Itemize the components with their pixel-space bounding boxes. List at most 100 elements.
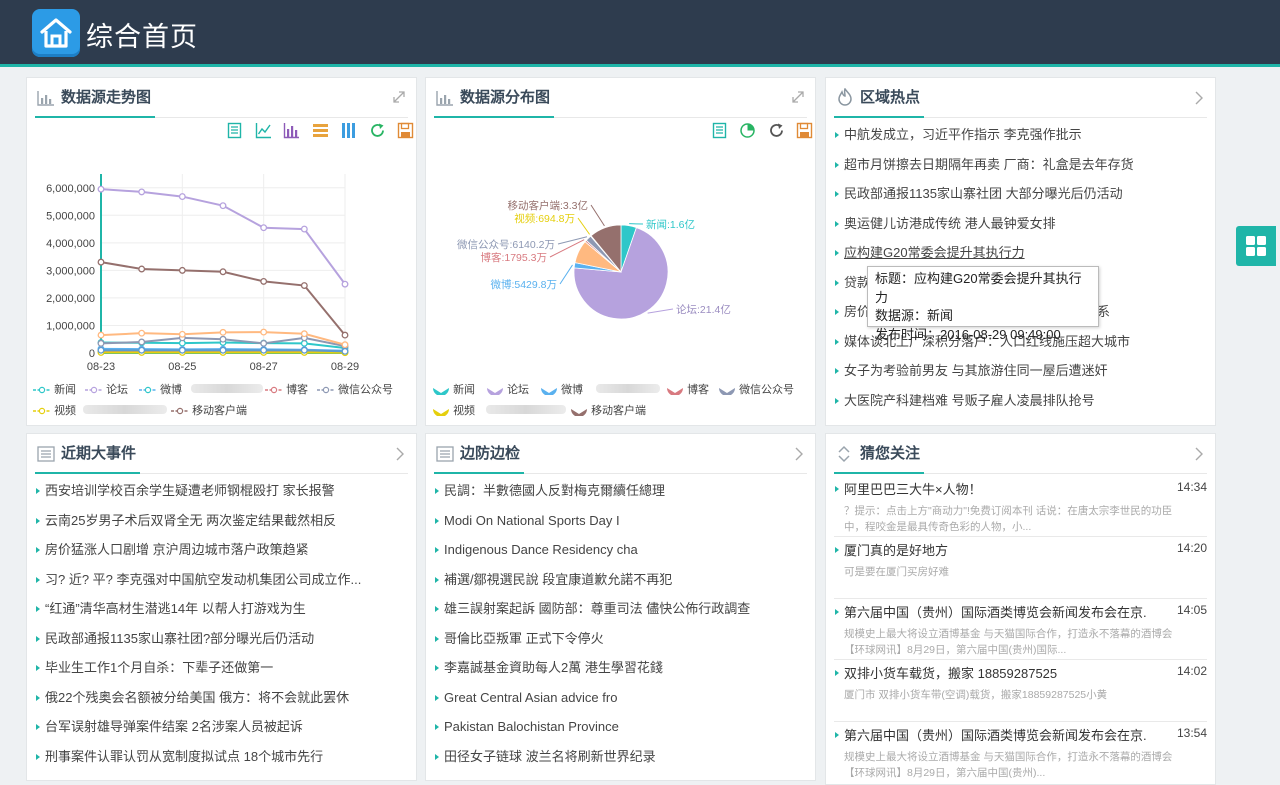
data-point [97, 346, 105, 354]
list-item[interactable]: 双排小货车载货，搬家 18859287525 14:02 厦门市 双排小货车带(… [834, 660, 1207, 722]
list-item[interactable]: 哥倫比亞叛軍 正式下令停火 [434, 624, 807, 654]
list-item[interactable]: Pakistan Balochistan Province [434, 712, 807, 742]
data-point [178, 346, 186, 354]
list-item-hovered[interactable]: 应构建G20常委会提升其执行力 [834, 238, 1207, 268]
list-item[interactable]: 民政部通报1135家山寨社团?部分曝光后仍活动 [35, 624, 408, 654]
list-item[interactable]: 西安培训学校百余学生疑遭老师钢棍殴打 家长报警 [35, 476, 408, 506]
list-item[interactable]: 第六届中国（贵州）国际酒类博览会新闻发布会在京... 13:54 规模史上最大将… [834, 722, 1207, 783]
flame-icon [838, 88, 852, 106]
guess-item-title[interactable]: 阿里巴巴三大牛×人物！ [844, 479, 1147, 498]
list-item[interactable]: 云南25岁男子术后双肾全无 两次鉴定结果截然相反 [35, 506, 408, 536]
chevron-right-icon[interactable] [392, 446, 408, 462]
trend-legend-item-weibo[interactable]: 微博 [139, 381, 182, 397]
trend-legend-item-blog[interactable]: 博客 [265, 381, 308, 397]
list-item[interactable]: 阿里巴巴三大牛×人物！ 14:34 ？提示：点击上方"商动力"!免费订阅本刊 话… [834, 476, 1207, 537]
data-point [138, 338, 146, 346]
data-point [260, 224, 268, 232]
pie-label: 移动客户端:3.3亿 [507, 199, 588, 212]
guess-list: 阿里巴巴三大牛×人物！ 14:34 ？提示：点击上方"商动力"!免费订阅本刊 话… [834, 476, 1207, 783]
list-item[interactable]: 民調：半數德國人反對梅克爾續任總理 [434, 476, 807, 506]
guess-item-time: 14:02 [1176, 664, 1207, 678]
trend-legend-item-wechat[interactable]: 微信公众号 [317, 381, 393, 397]
events-panel-header: 近期大事件 [35, 434, 408, 474]
home-logo-icon[interactable] [32, 9, 80, 57]
pie-legend-label-blog: 博客 [687, 384, 710, 396]
data-point [341, 331, 349, 339]
list-item[interactable]: Indigenous Dance Residency cha [434, 535, 807, 565]
list-doc-icon [37, 446, 55, 462]
pie-legend-label-forum: 论坛 [507, 384, 530, 396]
list-item[interactable]: 超市月饼擦去日期隔年再卖 厂商：礼盒是去年存货 [834, 150, 1207, 180]
list-item[interactable]: 中航发成立，习近平作指示 李克强作批示 [834, 120, 1207, 150]
list-item[interactable]: 民政部通报1135家山寨社团 大部分曝光后仍活动 [834, 179, 1207, 209]
trend-legend-label-forum: 论坛 [106, 384, 129, 396]
pie-legend-item-forum[interactable]: 论坛 [486, 381, 529, 397]
list-item[interactable]: 俄22个残奥会名额被分给美国 俄方：将不会就此罢休 [35, 683, 408, 713]
y-tick-label: 6,000,000 [46, 183, 95, 195]
guess-item-time: 14:05 [1176, 603, 1207, 617]
pie-legend-item-weibo[interactable]: 微博 [540, 381, 583, 397]
chevron-right-icon[interactable] [791, 446, 807, 462]
guess-panel: 猜您关注 阿里巴巴三大牛×人物！ 14:34 ？提示：点击上方"商动力"!免费订… [825, 433, 1216, 785]
trend-legend-item-video[interactable]: 视频 [33, 402, 76, 418]
trend-legend-item-news[interactable]: 新闻 [33, 381, 76, 397]
y-tick-label: 2,000,000 [46, 293, 95, 305]
pie-legend-item-wechat[interactable]: 微信公众号 [718, 381, 794, 397]
border-panel-header: 边防边检 [434, 434, 807, 474]
chevron-right-icon[interactable] [1191, 446, 1207, 462]
trend-legend-label-mobile: 移动客户端 [192, 405, 248, 417]
data-point [300, 346, 308, 354]
list-item[interactable]: 補選/鄒視選民說 段宜康道歉允諾不再犯 [434, 565, 807, 595]
list-item[interactable]: 李嘉誠基金資助每人2萬 港生學習花錢 [434, 653, 807, 683]
data-point [260, 277, 268, 285]
guess-item-time: 13:54 [1176, 726, 1207, 740]
data-point [260, 346, 268, 354]
guess-item-summary: 可是要在厦门买房好难 [844, 566, 949, 578]
expand-collapse-icon [838, 445, 850, 463]
border-panel-title: 边防边检 [460, 445, 521, 462]
list-item[interactable]: 女子为考验前男友 与其旅游住同一屋后遭迷奸 [834, 356, 1207, 386]
blurred-legend-item [191, 384, 263, 393]
list-item[interactable]: “红通”清华高材生潜逃14年 以帮人打游戏为生 [35, 594, 408, 624]
pie-legend-item-news[interactable]: 新闻 [432, 381, 475, 397]
list-item[interactable]: 雄三誤射案起訴 國防部：尊重司法 儘快公佈行政調查 [434, 594, 807, 624]
guess-item-title[interactable]: 厦门真的是好地方 [844, 540, 1147, 559]
blurred-legend-item [596, 384, 660, 393]
guess-item-title[interactable]: 第六届中国（贵州）国际酒类博览会新闻发布会在京... [844, 602, 1147, 621]
data-point [219, 346, 227, 354]
pie-label: 博客:1795.3万 [480, 251, 547, 264]
data-point [260, 328, 268, 336]
app-title: 综合首页 [86, 22, 198, 53]
trend-legend-item-forum[interactable]: 论坛 [85, 381, 128, 397]
list-item[interactable]: 大医院产科建档难 号贩子雇人凌晨排队抢号 [834, 386, 1207, 416]
guess-item-summary: ？提示：点击上方"商动力"!免费订阅本刊 话说：在唐太宗李世民的功臣中，程咬金是… [844, 505, 1173, 533]
list-item[interactable]: 台军误射雄导弹案件结案 2名涉案人员被起诉 [35, 712, 408, 742]
data-point [138, 329, 146, 337]
data-point [97, 185, 105, 193]
border-panel-title-tab: 边防边检 [434, 434, 525, 474]
list-item[interactable]: Great Central Asian advice fro [434, 683, 807, 713]
grid-menu-button[interactable] [1236, 226, 1276, 266]
list-item[interactable]: 刑事案件认罪认罚从宽制度拟试点 18个城市先行 [35, 742, 408, 772]
list-item[interactable]: 奥运健儿访港成传统 港人最钟爱女排 [834, 209, 1207, 239]
data-point [138, 346, 146, 354]
pie-legend-item-blog[interactable]: 博客 [666, 381, 709, 397]
events-panel: 近期大事件 西安培训学校百余学生疑遭老师钢棍殴打 家长报警 云南25岁男子术后双… [26, 433, 417, 781]
list-item[interactable]: 厦门真的是好地方 14:20 可是要在厦门买房好难 [834, 537, 1207, 599]
list-item[interactable]: 习? 近? 平? 李克强对中国航空发动机集团公司成立作... [35, 565, 408, 595]
list-item[interactable]: Modi On National Sports Day I [434, 506, 807, 536]
trend-legend-item-mobile[interactable]: 移动客户端 [171, 402, 247, 418]
data-point [138, 188, 146, 196]
chevron-right-icon[interactable] [1191, 90, 1207, 106]
pie-legend-item-mobile[interactable]: 移动客户端 [570, 402, 646, 418]
pie-legend-item-video[interactable]: 视频 [432, 402, 475, 418]
events-panel-title: 近期大事件 [61, 445, 137, 462]
guess-item-title[interactable]: 第六届中国（贵州）国际酒类博览会新闻发布会在京... [844, 725, 1147, 744]
guess-item-title[interactable]: 双排小货车载货，搬家 18859287525 [844, 663, 1147, 682]
list-item[interactable]: 第六届中国（贵州）国际酒类博览会新闻发布会在京... 14:05 规模史上最大将… [834, 599, 1207, 660]
list-item[interactable]: 田径女子链球 波兰名将刷新世界纪录 [434, 742, 807, 772]
list-item[interactable]: 房价猛涨人口剧增 京沪周边城市落户政策趋紧 [35, 535, 408, 565]
data-point [219, 202, 227, 210]
hot-panel-title-tab: 区域热点 [834, 78, 925, 118]
list-item[interactable]: 毕业生工作1个月自杀：下辈子还做第一 [35, 653, 408, 683]
